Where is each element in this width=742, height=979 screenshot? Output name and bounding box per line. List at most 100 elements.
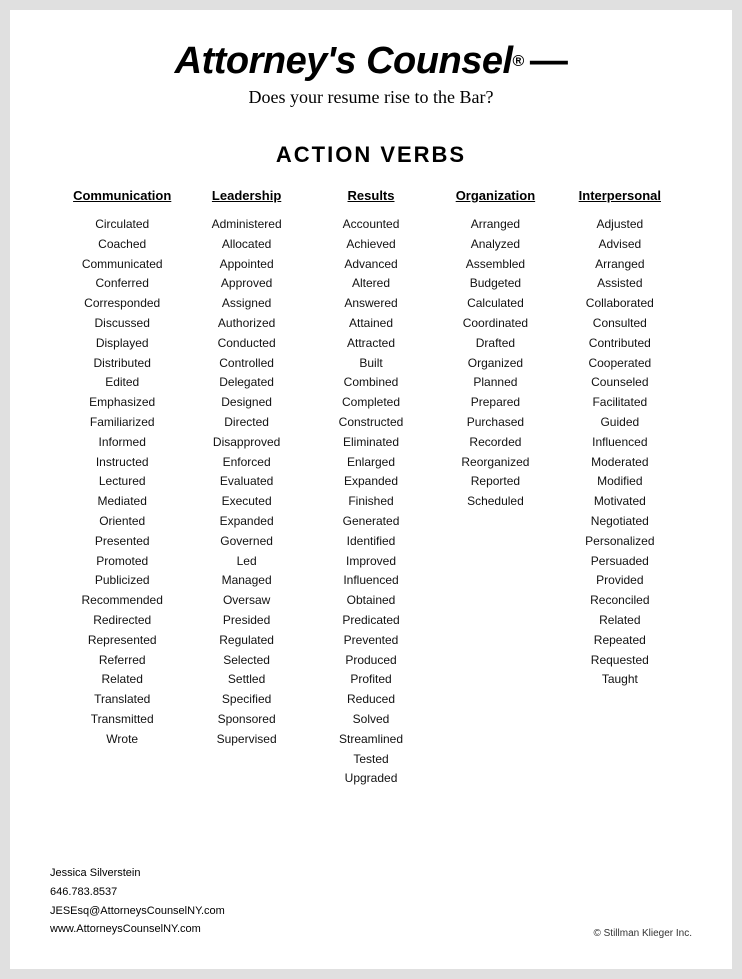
list-item: Translated: [94, 690, 150, 710]
list-item: Persuaded: [591, 552, 649, 572]
footer-email: JESEsq@AttorneysCounselNY.com: [50, 902, 225, 921]
list-item: Presided: [223, 611, 270, 631]
list-item: Eliminated: [343, 433, 399, 453]
list-item: Supervised: [217, 730, 277, 750]
list-item: Arranged: [595, 255, 644, 275]
list-item: Allocated: [222, 235, 271, 255]
list-item: Enforced: [223, 453, 271, 473]
list-item: Streamlined: [339, 730, 403, 750]
list-item: Referred: [99, 651, 146, 671]
list-item: Related: [102, 670, 143, 690]
list-item: Organized: [468, 354, 523, 374]
list-item: Assisted: [597, 274, 642, 294]
columns-container: CommunicationCirculatedCoachedCommunicat…: [50, 188, 692, 824]
list-item: Solved: [353, 710, 390, 730]
list-item: Communicated: [82, 255, 163, 275]
list-item: Guided: [600, 413, 639, 433]
list-item: Publicized: [95, 571, 150, 591]
reg-symbol: ®: [513, 53, 524, 71]
list-item: Represented: [88, 631, 157, 651]
list-item: Prepared: [471, 393, 520, 413]
list-item: Familiarized: [90, 413, 155, 433]
list-item: Coordinated: [463, 314, 528, 334]
list-item: Obtained: [347, 591, 396, 611]
list-item: Redirected: [93, 611, 151, 631]
list-item: Presented: [95, 532, 150, 552]
list-item: Informed: [99, 433, 146, 453]
list-item: Scheduled: [467, 492, 524, 512]
footer-phone: 646.783.8537: [50, 883, 225, 902]
list-item: Related: [599, 611, 640, 631]
list-item: Attracted: [347, 334, 395, 354]
list-item: Transmitted: [91, 710, 154, 730]
list-item: Consulted: [593, 314, 647, 334]
list-item: Cooperated: [588, 354, 651, 374]
footer-website: www.AttorneysCounselNY.com: [50, 920, 225, 939]
list-item: Predicated: [342, 611, 399, 631]
list-item: Tested: [353, 750, 388, 770]
list-item: Appointed: [220, 255, 274, 275]
list-item: Conferred: [96, 274, 149, 294]
col-header-0: Communication: [73, 188, 171, 203]
list-item: Reported: [471, 472, 520, 492]
list-item: Counseled: [591, 373, 648, 393]
list-item: Corresponded: [84, 294, 160, 314]
list-item: Reorganized: [461, 453, 529, 473]
list-item: Advanced: [344, 255, 397, 275]
title-dash: —: [530, 40, 568, 83]
list-item: Regulated: [219, 631, 274, 651]
list-item: Enlarged: [347, 453, 395, 473]
list-item: Accounted: [343, 215, 400, 235]
list-item: Specified: [222, 690, 271, 710]
list-item: Generated: [343, 512, 400, 532]
list-item: Profited: [350, 670, 391, 690]
list-item: Expanded: [344, 472, 398, 492]
list-item: Attained: [349, 314, 393, 334]
list-item: Circulated: [95, 215, 149, 235]
list-item: Administered: [212, 215, 282, 235]
column-communication: CommunicationCirculatedCoachedCommunicat…: [60, 188, 184, 824]
list-item: Influenced: [343, 571, 398, 591]
list-item: Moderated: [591, 453, 648, 473]
list-item: Distributed: [94, 354, 151, 374]
list-item: Emphasized: [89, 393, 155, 413]
list-item: Expanded: [220, 512, 274, 532]
list-item: Led: [237, 552, 257, 572]
list-item: Contributed: [589, 334, 651, 354]
list-item: Promoted: [96, 552, 148, 572]
list-item: Discussed: [95, 314, 150, 334]
list-item: Assembled: [466, 255, 525, 275]
list-item: Oriented: [99, 512, 145, 532]
list-item: Negotiated: [591, 512, 649, 532]
column-results: ResultsAccountedAchievedAdvancedAlteredA…: [309, 188, 433, 824]
title-text: Attorney's Counsel: [175, 40, 513, 83]
subtitle: Does your resume rise to the Bar?: [50, 87, 692, 108]
list-item: Selected: [223, 651, 270, 671]
list-item: Collaborated: [586, 294, 654, 314]
list-item: Directed: [224, 413, 269, 433]
list-item: Facilitated: [592, 393, 647, 413]
list-item: Calculated: [467, 294, 524, 314]
list-item: Altered: [352, 274, 390, 294]
list-item: Requested: [591, 651, 649, 671]
list-item: Mediated: [98, 492, 147, 512]
list-item: Answered: [344, 294, 397, 314]
column-organization: OrganizationArrangedAnalyzedAssembledBud…: [433, 188, 557, 824]
list-item: Drafted: [476, 334, 515, 354]
list-item: Edited: [105, 373, 139, 393]
list-item: Conducted: [218, 334, 276, 354]
list-item: Analyzed: [471, 235, 520, 255]
list-item: Taught: [602, 670, 638, 690]
list-item: Wrote: [106, 730, 138, 750]
list-item: Built: [359, 354, 382, 374]
list-item: Recorded: [469, 433, 521, 453]
list-item: Prevented: [344, 631, 399, 651]
list-item: Combined: [344, 373, 399, 393]
list-item: Provided: [596, 571, 643, 591]
list-item: Evaluated: [220, 472, 273, 492]
list-item: Designed: [221, 393, 272, 413]
col-header-2: Results: [348, 188, 395, 203]
list-item: Governed: [220, 532, 273, 552]
list-item: Instructed: [96, 453, 149, 473]
list-item: Budgeted: [470, 274, 521, 294]
